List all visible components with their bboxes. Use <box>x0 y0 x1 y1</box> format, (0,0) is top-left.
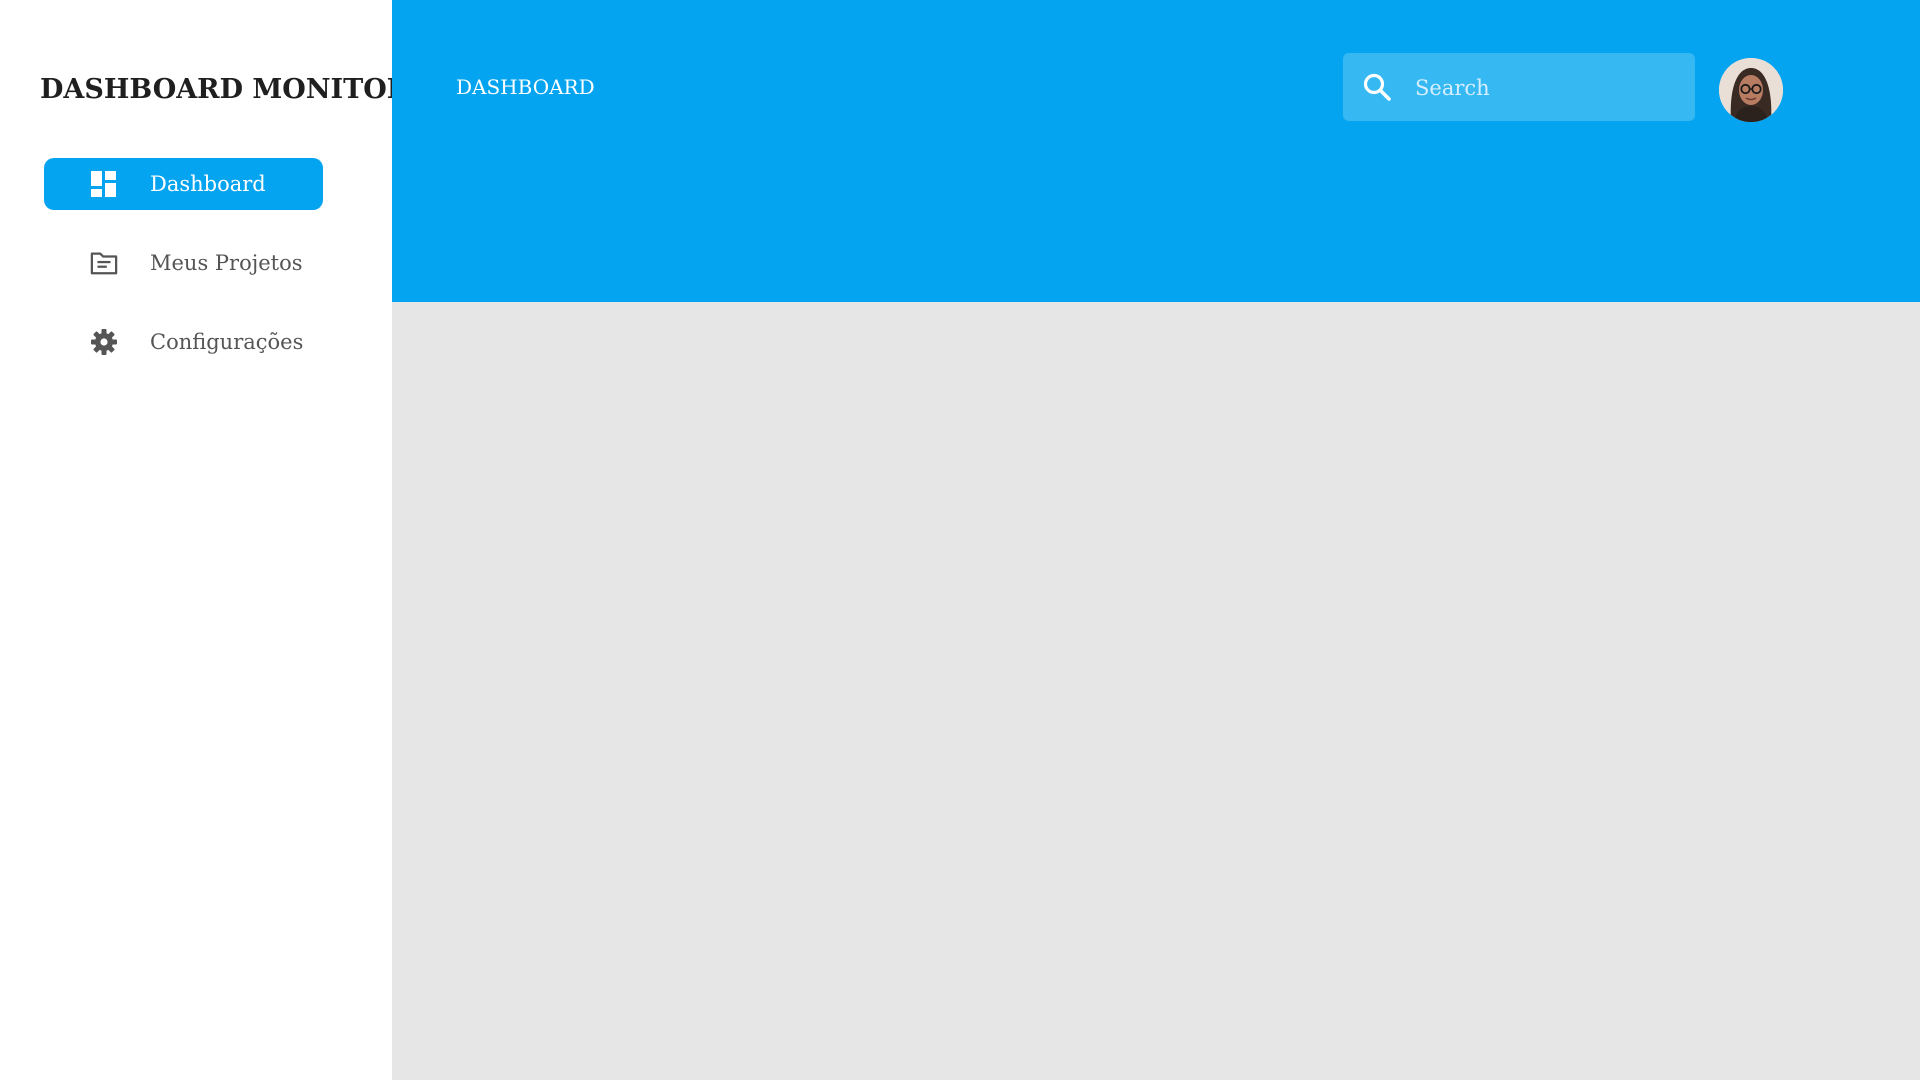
sidebar-item-configuracoes[interactable]: Configurações <box>44 316 323 368</box>
sidebar-nav: Dashboard Meus Projetos Configurações <box>44 158 323 395</box>
sidebar-item-label: Meus Projetos <box>150 251 303 275</box>
main-content: DASHBOARD <box>392 0 1920 1080</box>
sidebar-item-dashboard[interactable]: Dashboard <box>44 158 323 210</box>
folder-icon <box>90 249 118 277</box>
gear-icon <box>90 328 118 356</box>
sidebar: DASHBOARD MONITOR Dashboard Meus Projeto… <box>0 0 409 1080</box>
sidebar-item-label: Configurações <box>150 330 304 354</box>
search-input[interactable] <box>1413 53 1687 123</box>
search-icon[interactable] <box>1361 71 1393 103</box>
page-title: DASHBOARD <box>456 75 595 99</box>
app-title: DASHBOARD MONITOR <box>40 74 410 105</box>
search-box[interactable] <box>1343 53 1695 123</box>
user-avatar[interactable] <box>1719 58 1783 122</box>
header-banner: DASHBOARD <box>392 0 1920 302</box>
app-window: DASHBOARD MONITOR Dashboard Meus Projeto… <box>0 0 1920 1080</box>
dashboard-icon <box>90 170 118 198</box>
sidebar-item-label: Dashboard <box>150 172 266 196</box>
sidebar-item-meus-projetos[interactable]: Meus Projetos <box>44 237 323 289</box>
